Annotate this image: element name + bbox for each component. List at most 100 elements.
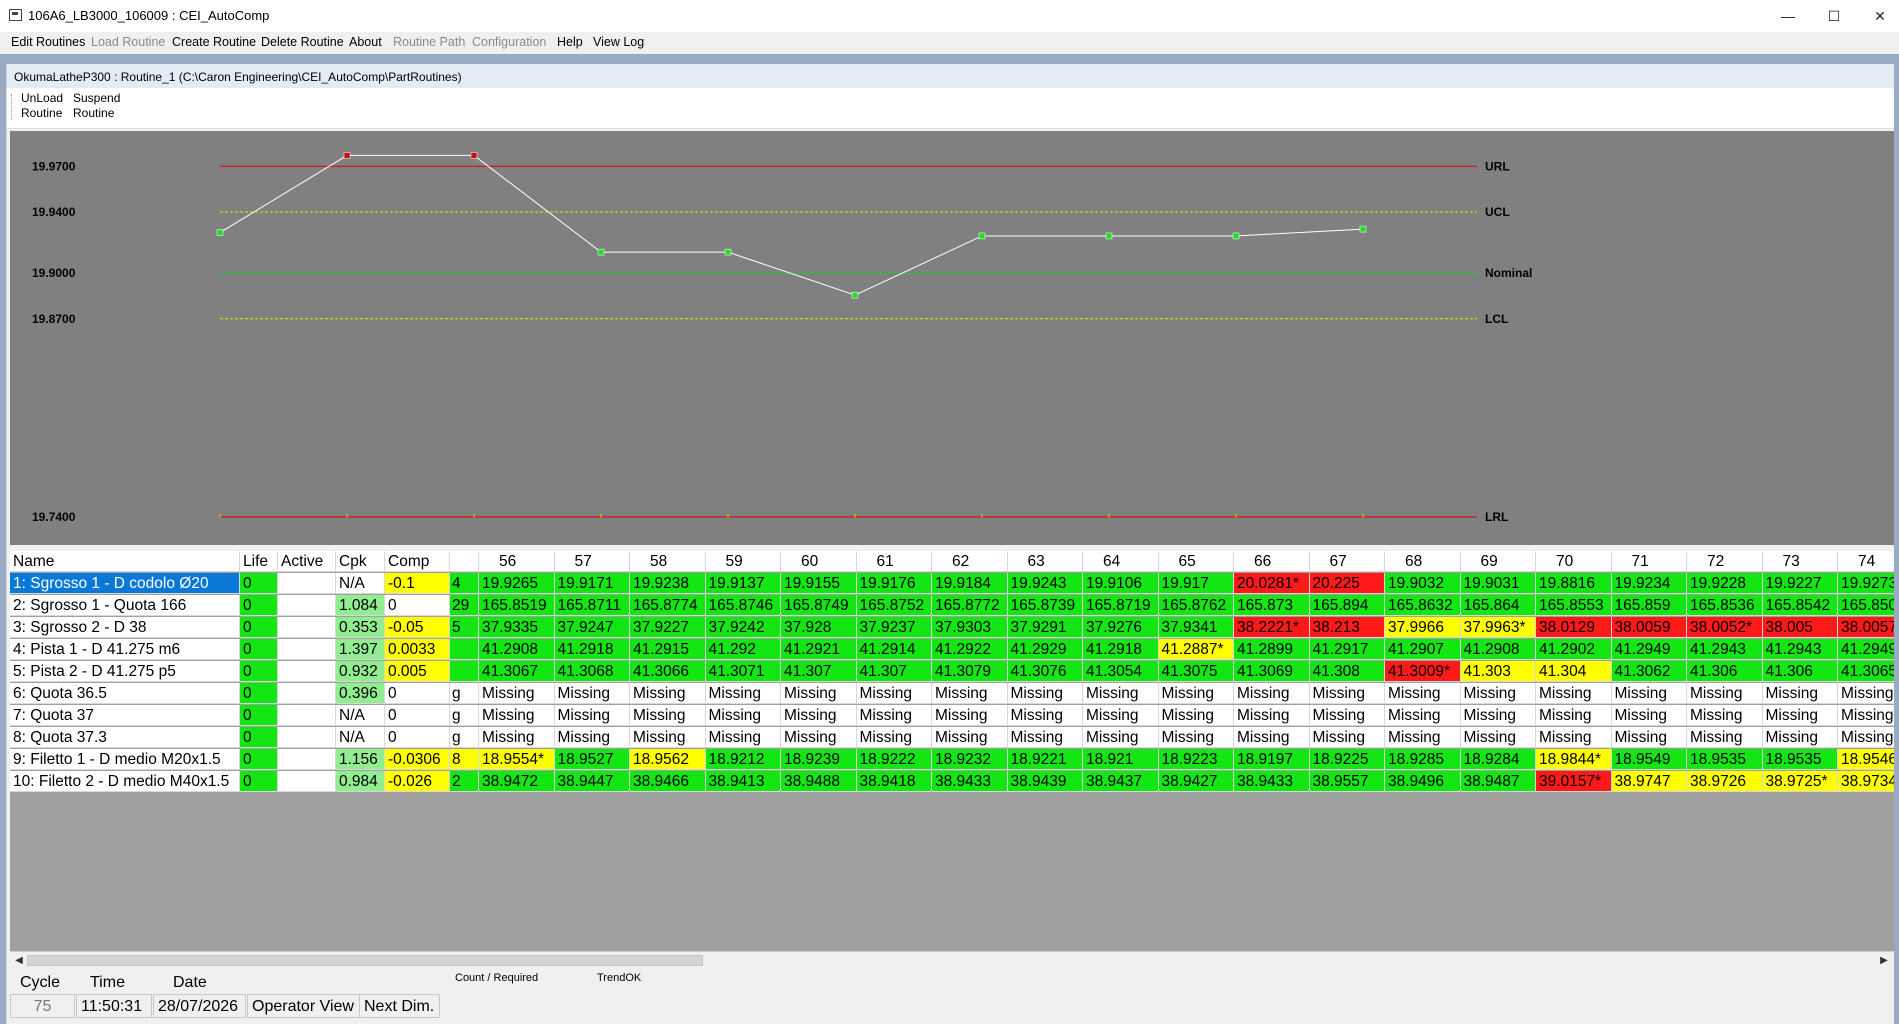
measurement-cell[interactable]: 20.0281* [1234, 573, 1310, 594]
measurement-cell[interactable]: Missing [1536, 705, 1612, 726]
measurement-cell[interactable]: 165.864 [1460, 595, 1536, 616]
table-row[interactable]: 8: Quota 37.3 0 N/A 0 g Missing Missing Missing… [10, 727, 1894, 749]
next-dimension-button[interactable]: Next Dim. [359, 994, 440, 1018]
measurement-cell[interactable]: 37.9966 [1385, 617, 1461, 638]
row-cpk-cell[interactable]: 0.396 [336, 683, 385, 704]
column-header-cycle[interactable]: 65 [1158, 551, 1234, 572]
row-life-cell[interactable]: 0 [240, 595, 278, 616]
row-name-cell[interactable]: 5: Pista 2 - D 41.275 p5 [10, 661, 240, 682]
measurement-cell[interactable]: Missing [1309, 727, 1385, 748]
column-header-cycle[interactable]: 59 [705, 551, 781, 572]
measurement-cell[interactable]: 38.9496 [1385, 771, 1461, 792]
measurement-cell[interactable]: Missing [932, 727, 1008, 748]
row-name-cell[interactable]: 2: Sgrosso 1 - Quota 166 [10, 595, 240, 616]
menu-view-log[interactable]: View Log [593, 35, 644, 49]
table-row[interactable]: 6: Quota 36.5 0 0.396 0 g Missing Missing Missi… [10, 683, 1894, 705]
measurement-cell[interactable]: 38.9747 [1611, 771, 1687, 792]
measurement-cell[interactable]: Missing [781, 683, 857, 704]
measurement-cell[interactable]: 37.9247 [554, 617, 630, 638]
measurement-cell[interactable]: Missing [1007, 705, 1083, 726]
measurement-cell[interactable]: 165.8553 [1536, 595, 1612, 616]
measurement-cell[interactable]: Missing [1007, 683, 1083, 704]
row-life-cell[interactable]: 0 [240, 749, 278, 770]
row-partial-cell[interactable] [450, 639, 479, 660]
measurement-cell[interactable]: Missing [554, 705, 630, 726]
measurement-cell[interactable]: 19.917 [1158, 573, 1234, 594]
measurement-cell[interactable]: 165.859 [1611, 595, 1687, 616]
measurement-cell[interactable]: 41.306 [1687, 661, 1763, 682]
measurement-cell[interactable]: Missing [630, 705, 706, 726]
column-header-life[interactable]: Life [240, 551, 278, 572]
row-cpk-cell[interactable]: 0.984 [336, 771, 385, 792]
measurement-cell[interactable]: 41.2949 [1611, 639, 1687, 660]
column-header-cycle[interactable]: 70 [1536, 551, 1612, 572]
row-active-cell[interactable] [278, 683, 336, 704]
measurement-cell[interactable]: 41.306 [1762, 661, 1838, 682]
measurement-cell[interactable]: Missing [1234, 683, 1310, 704]
table-row[interactable]: 10: Filetto 2 - D medio M40x1.5 0 0.984 -0.… [10, 771, 1894, 793]
measurement-cell[interactable]: 38.9487 [1460, 771, 1536, 792]
menu-delete-routine[interactable]: Delete Routine [261, 35, 344, 49]
measurement-cell[interactable]: Missing [1611, 705, 1687, 726]
measurement-cell[interactable]: 41.2908 [1460, 639, 1536, 660]
measurement-cell[interactable]: 38.9466 [630, 771, 706, 792]
column-header-cycle[interactable]: 63 [1007, 551, 1083, 572]
measurement-cell[interactable]: 18.9844* [1536, 749, 1612, 770]
measurement-cell[interactable]: Missing [1460, 727, 1536, 748]
measurement-cell[interactable]: 38.9447 [554, 771, 630, 792]
row-life-cell[interactable]: 0 [240, 661, 278, 682]
column-header-cycle[interactable]: 74 [1838, 551, 1894, 572]
measurement-cell[interactable]: 19.9243 [1007, 573, 1083, 594]
measurement-cell[interactable]: 41.292 [705, 639, 781, 660]
measurement-cell[interactable]: 19.9228 [1687, 573, 1763, 594]
measurement-cell[interactable]: Missing [1234, 705, 1310, 726]
measurement-cell[interactable]: 41.3071 [705, 661, 781, 682]
row-life-cell[interactable]: 0 [240, 573, 278, 594]
measurement-cell[interactable]: Missing [1536, 727, 1612, 748]
measurement-cell[interactable]: Missing [479, 683, 555, 704]
measurement-cell[interactable]: 41.308 [1309, 661, 1385, 682]
measurement-cell[interactable]: 18.9197 [1234, 749, 1310, 770]
row-partial-cell[interactable]: 8 [450, 749, 479, 770]
measurement-cell[interactable]: Missing [856, 705, 932, 726]
measurement-cell[interactable]: 41.3009* [1385, 661, 1461, 682]
row-partial-cell[interactable]: 2 [450, 771, 479, 792]
measurement-cell[interactable]: 18.9527 [554, 749, 630, 770]
measurement-cell[interactable]: 37.9291 [1007, 617, 1083, 638]
measurement-cell[interactable]: 38.9418 [856, 771, 932, 792]
measurement-cell[interactable]: 37.9341 [1158, 617, 1234, 638]
measurement-cell[interactable]: Missing [932, 683, 1008, 704]
column-header-cycle[interactable]: 61 [856, 551, 932, 572]
measurement-cell[interactable]: 37.9227 [630, 617, 706, 638]
column-header-cycle[interactable]: 72 [1687, 551, 1763, 572]
measurement-cell[interactable]: 19.9031 [1460, 573, 1536, 594]
row-life-cell[interactable]: 0 [240, 683, 278, 704]
measurement-cell[interactable]: Missing [1234, 727, 1310, 748]
column-header-cycle[interactable]: 57 [554, 551, 630, 572]
row-name-cell[interactable]: 7: Quota 37 [10, 705, 240, 726]
row-cpk-cell[interactable]: 1.156 [336, 749, 385, 770]
measurement-cell[interactable]: 41.2918 [554, 639, 630, 660]
column-header-cpk[interactable]: Cpk [336, 551, 385, 572]
row-partial-cell[interactable]: 5 [450, 617, 479, 638]
measurement-cell[interactable]: 18.9285 [1385, 749, 1461, 770]
measurement-cell[interactable]: Missing [705, 683, 781, 704]
measurement-cell[interactable]: 19.9265 [479, 573, 555, 594]
measurement-cell[interactable]: 19.9137 [705, 573, 781, 594]
measurement-cell[interactable]: Missing [932, 705, 1008, 726]
measurement-cell[interactable]: 41.3075 [1158, 661, 1234, 682]
measurement-cell[interactable]: Missing [1838, 683, 1894, 704]
row-name-cell[interactable]: 1: Sgrosso 1 - D codolo Ø20 [10, 573, 240, 594]
measurement-cell[interactable]: 41.2949 [1838, 639, 1894, 660]
row-comp-cell[interactable]: 0.0033 [385, 639, 450, 660]
measurement-cell[interactable]: 165.8519 [479, 595, 555, 616]
scroll-right-arrow[interactable]: ▶ [1876, 953, 1892, 969]
measurement-cell[interactable]: Missing [1158, 705, 1234, 726]
row-active-cell[interactable] [278, 595, 336, 616]
measurement-cell[interactable]: 41.2943 [1762, 639, 1838, 660]
measurement-cell[interactable]: 38.9439 [1007, 771, 1083, 792]
row-name-cell[interactable]: 10: Filetto 2 - D medio M40x1.5 [10, 771, 240, 792]
measurement-cell[interactable]: 165.8762 [1158, 595, 1234, 616]
measurement-cell[interactable]: Missing [1762, 683, 1838, 704]
row-cpk-cell[interactable]: 1.084 [336, 595, 385, 616]
